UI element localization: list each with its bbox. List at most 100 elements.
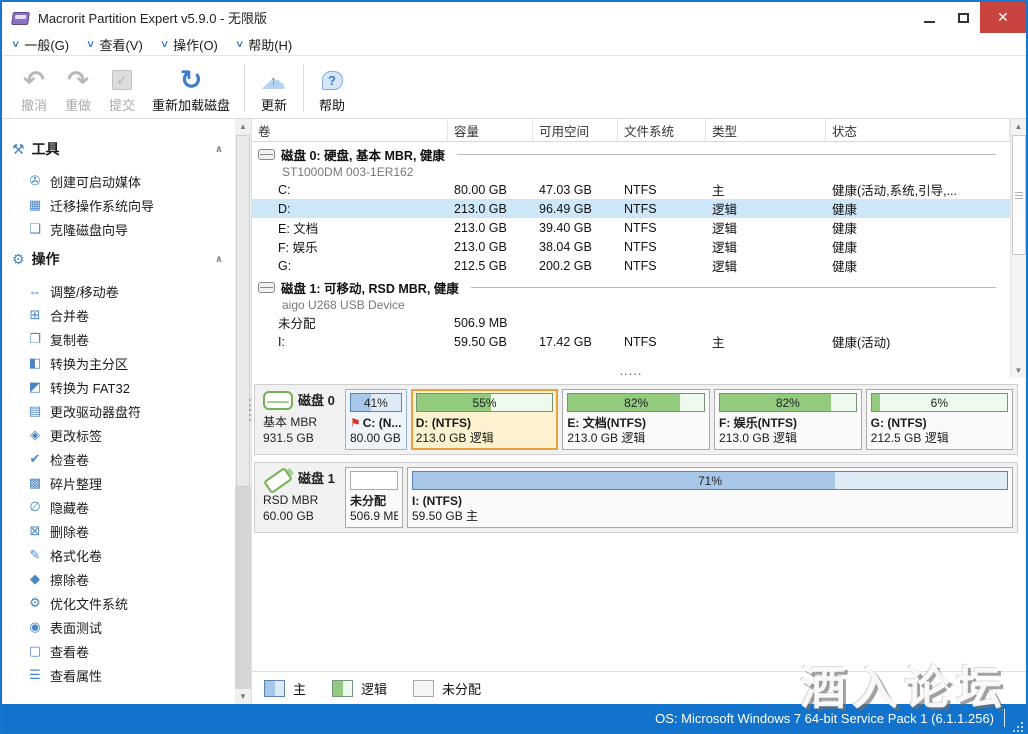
free-space-cell: 17.42 GB [533,335,618,349]
sidebar-item-label: 克隆磁盘向导 [50,220,128,239]
minimize-button[interactable] [912,2,946,33]
disk-info-block: 磁盘 1RSD MBR60.00 GB [259,467,345,528]
list-map-splitter-handle[interactable]: ..... [619,366,642,378]
table-row[interactable]: F: 娱乐213.0 GB38.04 GBNTFS逻辑健康 [252,237,1010,256]
menu-item-1[interactable]: ∨查看(V) [87,35,143,54]
menu-item-2[interactable]: ∨操作(O) [161,35,218,54]
filesystem-cell: NTFS [618,335,706,349]
disk-group-header: 磁盘 1: 可移动, RSD MBR, 健康aigo U268 USB Devi… [252,275,1010,313]
sidebar-item[interactable]: ⚙优化文件系统 [12,591,235,615]
sidebar-scrollbar-thumb[interactable] [236,135,250,487]
sidebar-item[interactable]: ◉表面测试 [12,615,235,639]
usage-bar: 55% [416,393,554,412]
type-cell: 逻辑 [706,237,826,256]
sidebar-splitter-handle[interactable] [247,399,252,421]
sidebar-item[interactable]: ⇔调整/移动卷 [12,279,235,303]
disk-map-panel: 磁盘 0基本 MBR931.5 GB41%⚑C: (N...80.00 GB55… [254,384,1018,455]
table-row[interactable]: G:212.5 GB200.2 GBNTFS逻辑健康 [252,256,1010,275]
table-scroll-up-icon[interactable]: ▲ [1011,119,1027,134]
disk-size: 931.5 GB [263,430,345,446]
menu-item-0[interactable]: ∨一般(G) [12,35,69,54]
usage-bar: 71% [412,471,1008,490]
disk-info-block: 磁盘 0基本 MBR931.5 GB [259,389,345,450]
sidebar-item[interactable]: ∅隐藏卷 [12,495,235,519]
title-bar: Macrorit Partition Expert v5.9.0 - 无限版 ✕ [2,2,1026,33]
sidebar-section-operations[interactable]: ⚙操作∧ [12,249,235,269]
sidebar-section-tools[interactable]: ⚒工具∧ [12,139,235,159]
close-button[interactable]: ✕ [980,2,1026,33]
sidebar-item[interactable]: ❐复制卷 [12,327,235,351]
column-header-3[interactable]: 文件系统 [618,119,706,141]
column-header-2[interactable]: 可用空间 [533,119,618,141]
partition-box[interactable]: 6%G: (NTFS)212.5 GB 逻辑 [866,389,1013,450]
menu-item-label: 查看(V) [99,35,142,54]
partition-name: I: (NTFS) [412,493,1008,509]
table-scroll-down-icon[interactable]: ▼ [1011,363,1027,378]
table-row[interactable]: C:80.00 GB47.03 GBNTFS主健康(活动,系统,引导,... [252,180,1010,199]
column-header-0[interactable]: 卷 [252,119,448,141]
sidebar-item[interactable]: ▤更改驱动器盘符 [12,399,235,423]
partition-box[interactable]: 未分配506.9 MB [345,467,403,528]
column-header-1[interactable]: 容量 [448,119,533,141]
filesystem-cell: NTFS [618,221,706,235]
update-button[interactable]: ☁↑更新 [251,60,297,116]
partition-box[interactable]: 82%E: 文档(NTFS)213.0 GB 逻辑 [562,389,710,450]
free-space-cell: 38.04 GB [533,240,618,254]
partition-box[interactable]: 55%D: (NTFS)213.0 GB 逻辑 [411,389,559,450]
volume-cell: F: 娱乐 [252,237,448,256]
table-row[interactable]: 未分配506.9 MB [252,313,1010,332]
sidebar-item[interactable]: ⊞合并卷 [12,303,235,327]
table-scrollbar-thumb[interactable] [1012,135,1026,255]
partition-box[interactable]: 41%⚑C: (N...80.00 GB [345,389,407,450]
window-title: Macrorit Partition Expert v5.9.0 - 无限版 [38,8,267,27]
sidebar-item[interactable]: ▦迁移操作系统向导 [12,193,235,217]
sidebar-item[interactable]: ◈更改标签 [12,423,235,447]
sidebar-item[interactable]: ◆擦除卷 [12,567,235,591]
table-scrollbar[interactable]: ▲ ▼ [1010,119,1026,378]
sidebar-item-label: 更改驱动器盘符 [50,402,141,421]
sidebar-item[interactable]: ❏克隆磁盘向导 [12,217,235,241]
maximize-button[interactable] [946,2,980,33]
column-header-4[interactable]: 类型 [706,119,826,141]
volume-cell: E: 文档 [252,218,448,237]
legend-item-primary: 主 [264,679,306,698]
partition-size: 213.0 GB 逻辑 [567,431,705,446]
usage-percent-label: 55% [417,394,553,411]
update-icon: ☁↑ [259,67,289,93]
table-row[interactable]: E: 文档213.0 GB39.40 GBNTFS逻辑健康 [252,218,1010,237]
bootable-media-icon: ✇ [26,173,44,189]
menu-item-3[interactable]: ∨帮助(H) [236,35,292,54]
sidebar-item[interactable]: ▢查看卷 [12,639,235,663]
help-button[interactable]: ?帮助 [310,60,354,116]
sidebar-item-label: 碎片整理 [50,474,102,493]
undo-button: ↶撤消 [12,60,56,116]
sidebar-item[interactable]: ☰查看属性 [12,663,235,687]
reload-disks-button[interactable]: ↻重新加载磁盘 [144,60,238,116]
table-row[interactable]: D:213.0 GB96.49 GBNTFS逻辑健康 [252,199,1010,218]
partition-name: G: (NTFS) [871,415,1008,431]
sidebar-item[interactable]: ◧转换为主分区 [12,351,235,375]
partition-box[interactable]: 82%F: 娱乐(NTFS)213.0 GB 逻辑 [714,389,862,450]
sidebar-item[interactable]: ✇创建可启动媒体 [12,169,235,193]
sidebar-item[interactable]: ✎格式化卷 [12,543,235,567]
chevron-down-icon: ∨ [86,39,96,50]
tools-icon: ⚒ [12,141,25,158]
capacity-cell: 59.50 GB [448,335,533,349]
sidebar-item[interactable]: ◩转换为 FAT32 [12,375,235,399]
chevron-down-icon: ∨ [11,39,21,50]
copy-volume-icon: ❐ [26,331,44,347]
column-header-5[interactable]: 状态 [826,119,1010,141]
table-row[interactable]: I:59.50 GB17.42 GBNTFS主健康(活动) [252,332,1010,351]
sidebar-item[interactable]: ▩碎片整理 [12,471,235,495]
usage-bar: 82% [567,393,705,412]
merge-volume-icon: ⊞ [26,307,44,323]
sidebar-item-label: 查看卷 [50,642,89,661]
chevron-up-icon: ∧ [215,144,223,155]
scroll-up-icon[interactable]: ▲ [235,119,251,134]
partition-box[interactable]: 71%I: (NTFS)59.50 GB 主 [407,467,1013,528]
sidebar-item[interactable]: ⊠删除卷 [12,519,235,543]
sidebar-item[interactable]: ✔检查卷 [12,447,235,471]
resize-grip[interactable] [1011,720,1023,732]
usage-bar: 82% [719,393,857,412]
scroll-down-icon[interactable]: ▼ [235,689,251,704]
